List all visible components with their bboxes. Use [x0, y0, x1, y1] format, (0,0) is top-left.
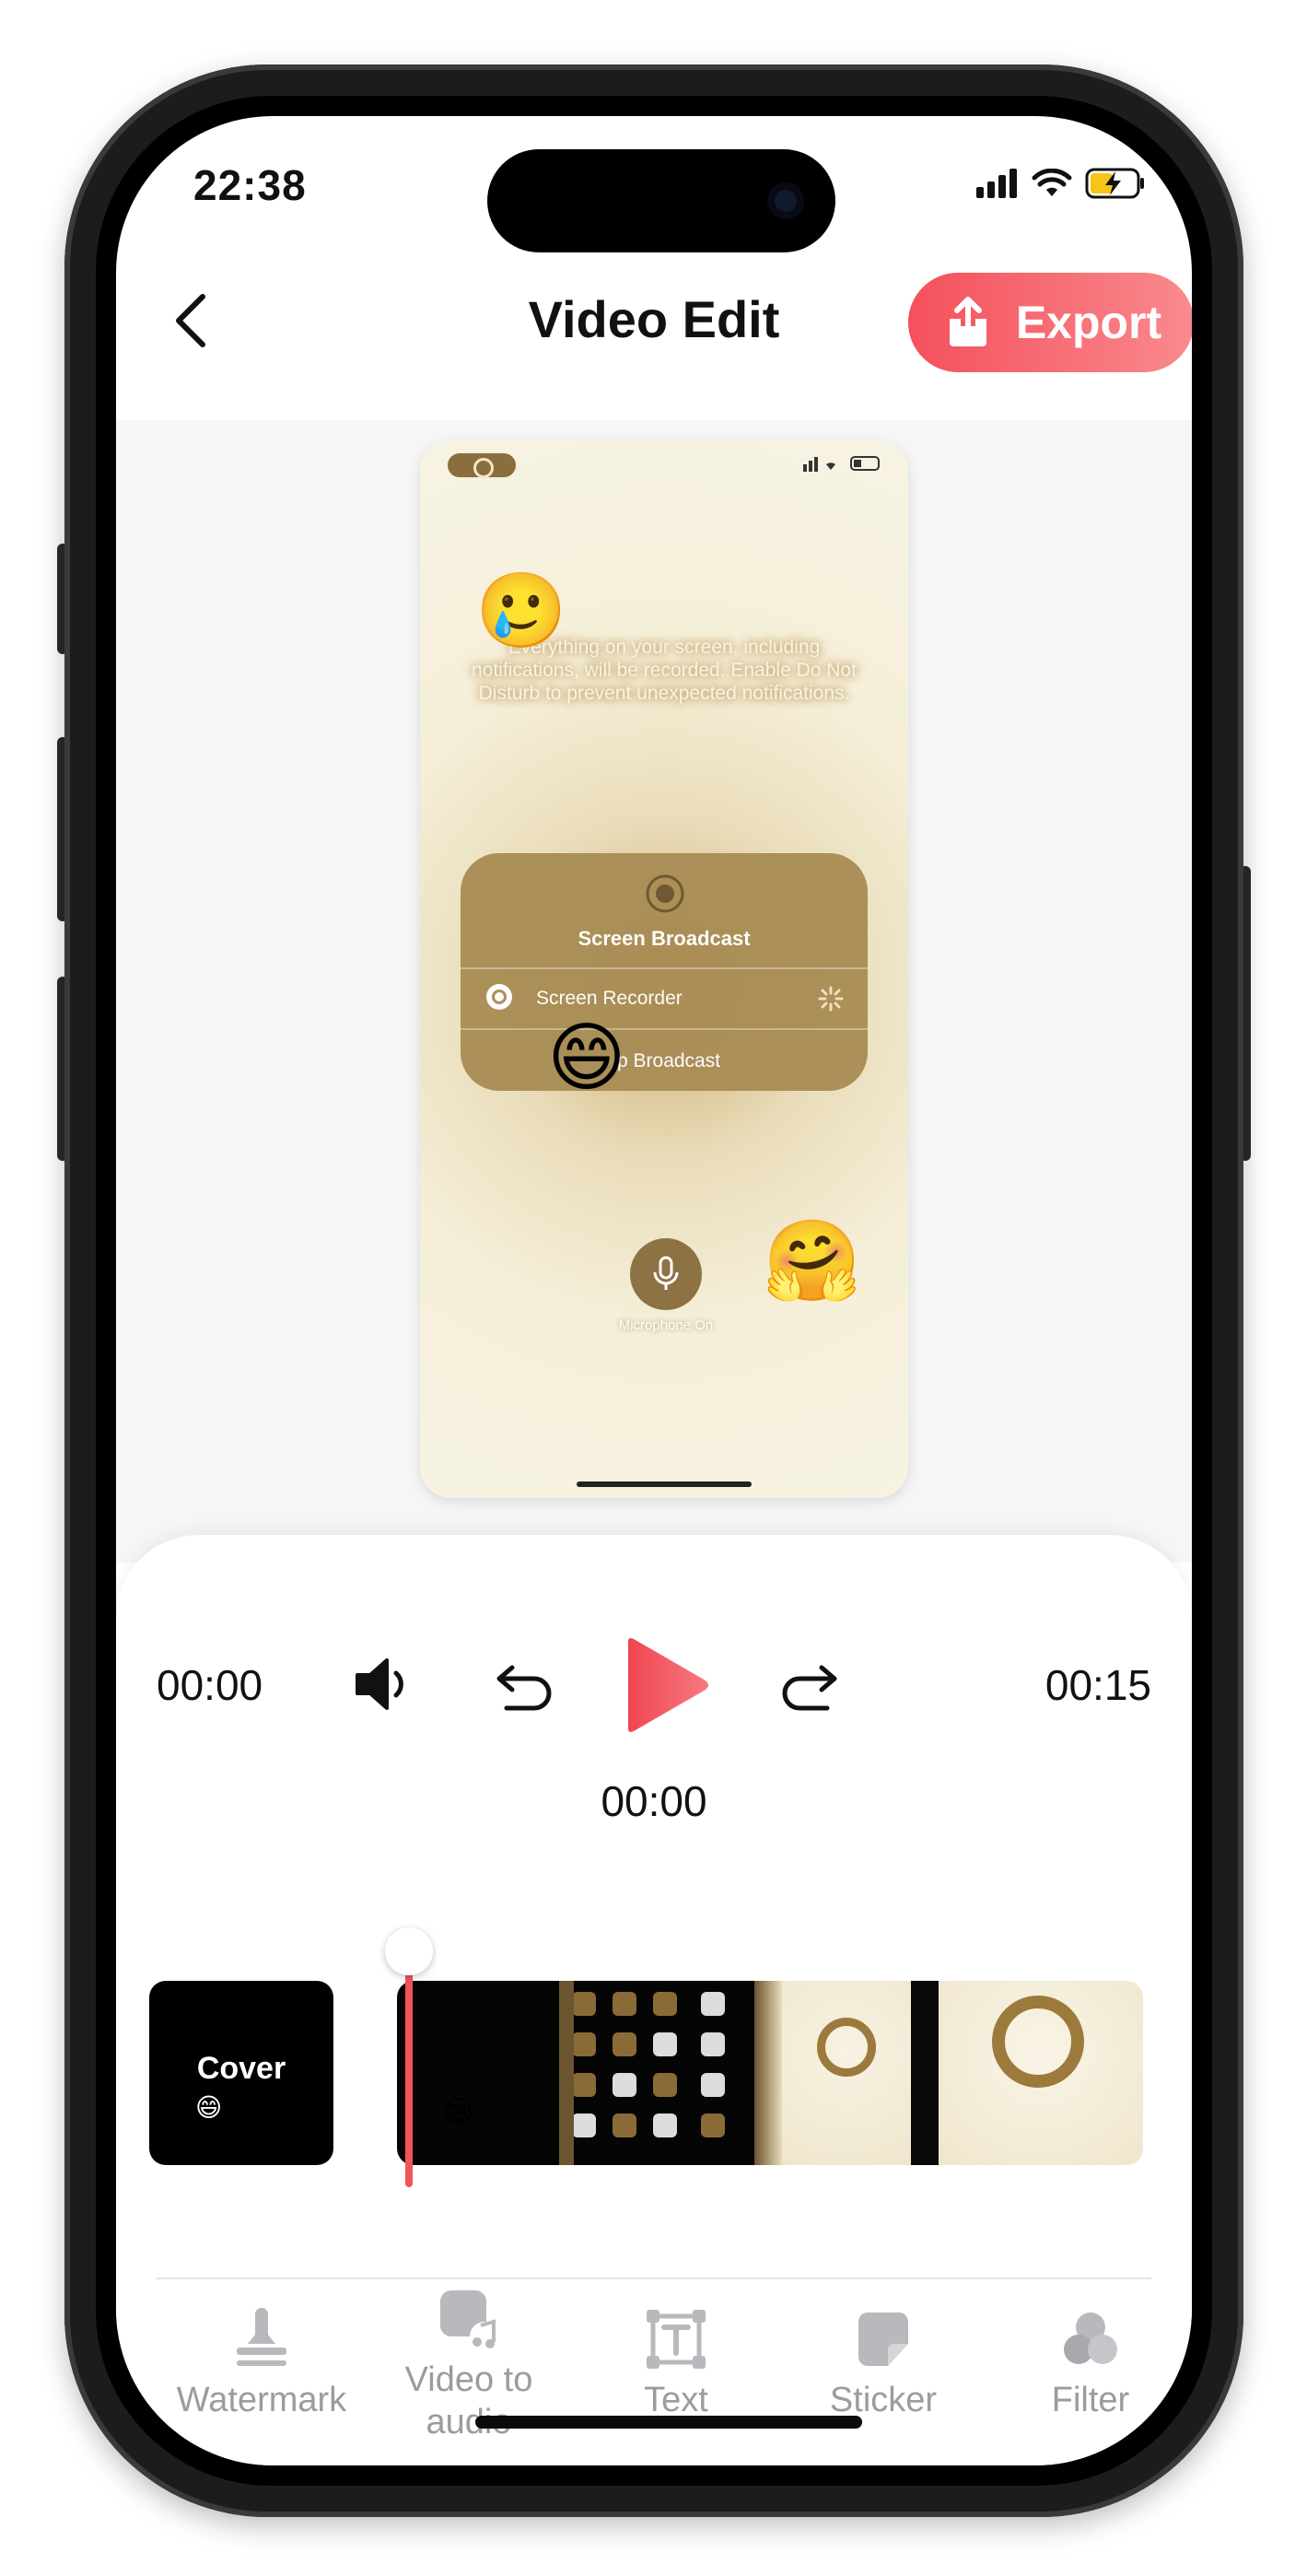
- video-to-audio-icon: [440, 2290, 499, 2351]
- stamp-icon: [237, 2308, 286, 2366]
- recording-indicator: [448, 453, 516, 478]
- timeline-frame-dark: 😄: [397, 1981, 782, 2165]
- record-icon: [646, 874, 684, 913]
- scrub-time: 00:00: [601, 1777, 707, 1825]
- total-time: 00:15: [1044, 1661, 1151, 1709]
- timeline-app-grid: [572, 1992, 782, 2158]
- playhead-handle[interactable]: [385, 1927, 433, 1975]
- tool-text[interactable]: Text: [584, 2307, 768, 2421]
- phone-bezel: 22:38 Video Edit Export Everything on yo…: [96, 96, 1212, 2486]
- dynamic-island: [487, 149, 835, 252]
- tool-sticker[interactable]: Sticker: [791, 2307, 975, 2421]
- microphone-label: Microphone On: [618, 1317, 714, 1333]
- play-icon: [628, 1638, 708, 1732]
- sticker-icon: [858, 2313, 908, 2366]
- tool-video-to-audio-label: Video to audio: [404, 2360, 533, 2441]
- timeline-frame-broadcast: [782, 1981, 911, 2165]
- play-button[interactable]: [621, 1634, 713, 1740]
- undo-icon: [496, 1665, 552, 1711]
- broadcast-title: Screen Broadcast: [578, 927, 751, 950]
- status-icons: [976, 168, 1146, 204]
- tool-watermark-label: Watermark: [176, 2381, 347, 2419]
- undo-button[interactable]: [494, 1655, 558, 1718]
- redo-button[interactable]: [776, 1655, 840, 1718]
- emoji-sticker-hug[interactable]: 🤗: [763, 1222, 861, 1301]
- microphone-button: [630, 1238, 702, 1310]
- text-frame-icon: [647, 2310, 706, 2369]
- timeline-emoji: 😄: [441, 2094, 474, 2131]
- filter-icon: [1064, 2313, 1117, 2364]
- speaker-icon: [356, 1658, 403, 1710]
- phone-frame: 22:38 Video Edit Export Everything on yo…: [64, 64, 1243, 2517]
- video-preview[interactable]: Everything on your screen, including not…: [420, 440, 908, 1498]
- cover-button[interactable]: Cover 😄: [149, 1981, 333, 2165]
- broadcast-option: p Broadcast: [617, 1050, 721, 1071]
- tool-filter-label: Filter: [1051, 2381, 1130, 2419]
- preview-status-icons: [803, 456, 880, 472]
- tool-watermark[interactable]: Watermark: [169, 2307, 354, 2421]
- cellular-signal-icon: [976, 169, 1019, 203]
- timeline-frame-end: [939, 1981, 1143, 2165]
- screen-recorder-option: Screen Recorder: [536, 988, 683, 1009]
- cover-label: Cover: [196, 2051, 286, 2086]
- video-timeline-track[interactable]: 😄: [397, 1981, 1143, 2165]
- export-label: Export: [1015, 297, 1162, 348]
- share-upload-icon: [949, 297, 986, 346]
- redo-icon: [782, 1665, 837, 1711]
- screen-broadcast-card: Screen Broadcast Screen Recorder p Broad…: [461, 853, 868, 1091]
- microphone-icon: [653, 1256, 679, 1290]
- timeline-frame-transition: [911, 1981, 939, 2165]
- toolbar-divider: [157, 2277, 1151, 2279]
- emoji-sticker-grin[interactable]: 😄: [547, 1021, 625, 1096]
- home-indicator: [475, 2416, 862, 2429]
- playhead[interactable]: [405, 1957, 413, 2187]
- preview-home-indicator: [577, 1481, 752, 1487]
- screen: 22:38 Video Edit Export Everything on yo…: [116, 116, 1192, 2465]
- radio-selected-icon: [486, 984, 512, 1010]
- battery-charging-icon: [1085, 168, 1146, 204]
- spinner-icon: [818, 986, 844, 1012]
- wifi-icon: [1032, 168, 1072, 203]
- cover-emoji: 😄: [195, 2092, 223, 2123]
- emoji-sticker-tear[interactable]: 🥲: [475, 574, 567, 648]
- status-time: 22:38: [193, 161, 307, 209]
- volume-button[interactable]: [354, 1657, 418, 1716]
- tool-filter[interactable]: Filter: [998, 2307, 1183, 2421]
- export-button[interactable]: Export: [908, 273, 1192, 372]
- current-time: 00:00: [157, 1661, 263, 1709]
